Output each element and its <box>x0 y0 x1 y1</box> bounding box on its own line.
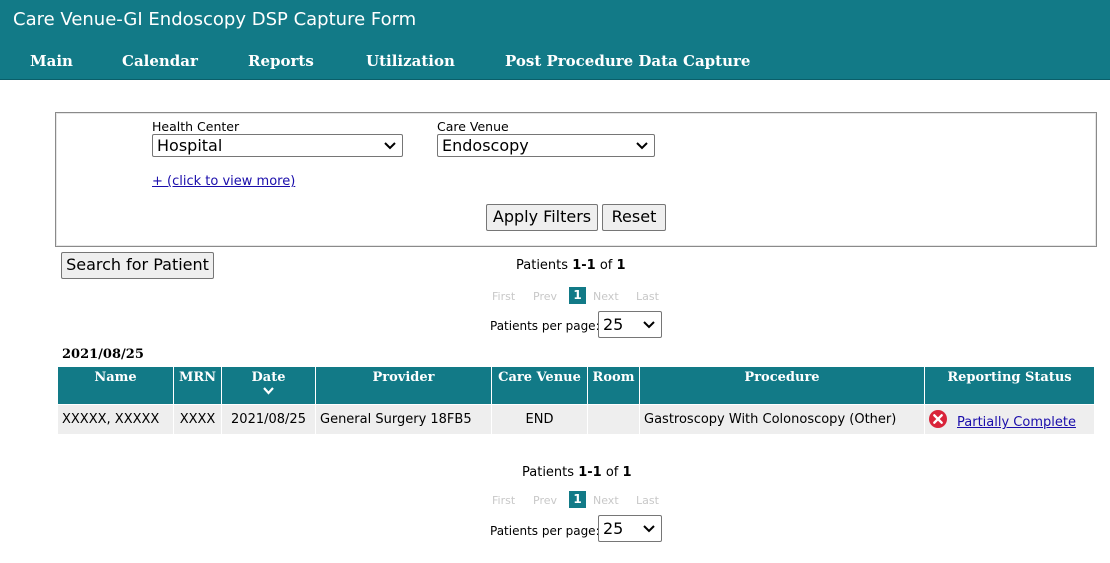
chevron-down-icon <box>643 321 655 329</box>
pager-summary: Patients 1-1 of 1 <box>516 258 626 273</box>
cell-date: 2021/08/25 <box>222 405 315 434</box>
pager-prefix: Patients <box>522 465 575 480</box>
col-header-date[interactable]: Date <box>222 367 315 404</box>
col-header-procedure[interactable]: Procedure <box>640 367 924 404</box>
nav-main[interactable]: Main <box>30 52 73 70</box>
pager-prefix: Patients <box>516 258 569 273</box>
cell-care-venue: END <box>492 405 587 434</box>
col-header-date-label: Date <box>251 370 286 385</box>
pager-current-page[interactable]: 1 <box>569 287 586 304</box>
cell-name: XXXXX, XXXXX <box>58 405 173 434</box>
pager-last-bottom: Last <box>636 494 659 507</box>
app-header: Care Venue-GI Endoscopy DSP Capture Form… <box>0 0 1110 80</box>
pager-range: 1-1 <box>572 258 596 273</box>
nav-post-procedure-data-capture[interactable]: Post Procedure Data Capture <box>505 52 750 70</box>
pager-summary-bottom: Patients 1-1 of 1 <box>522 465 632 480</box>
cell-procedure: Gastroscopy With Colonoscopy (Other) <box>640 405 924 434</box>
pager-of: of <box>605 465 619 480</box>
date-group-heading: 2021/08/25 <box>62 347 144 362</box>
reset-button[interactable]: Reset <box>602 204 666 231</box>
cell-provider: General Surgery 18FB5 <box>316 405 491 434</box>
health-center-value: Hospital <box>157 136 223 155</box>
col-header-mrn[interactable]: MRN <box>174 367 221 404</box>
per-page-value: 25 <box>603 315 624 334</box>
col-header-care-venue[interactable]: Care Venue <box>492 367 587 404</box>
pager-first: First <box>492 290 516 303</box>
col-header-name[interactable]: Name <box>58 367 173 404</box>
nav-calendar[interactable]: Calendar <box>122 52 198 70</box>
filter-panel: Health Center Hospital Care Venue Endosc… <box>55 112 1097 247</box>
pager-next: Next <box>593 290 619 303</box>
care-venue-select[interactable]: Endoscopy <box>437 134 655 157</box>
search-for-patient-button[interactable]: Search for Patient <box>61 252 214 279</box>
chevron-down-icon <box>643 525 655 533</box>
cell-mrn: XXXX <box>174 405 221 434</box>
per-page-select-bottom[interactable]: 25 <box>598 515 662 542</box>
cell-room <box>588 405 639 434</box>
col-header-provider[interactable]: Provider <box>316 367 491 404</box>
col-header-reporting-status[interactable]: Reporting Status <box>925 367 1094 404</box>
per-page-label-bottom: Patients per page: <box>490 524 600 538</box>
reporting-status-link[interactable]: Partially Complete <box>957 408 1076 434</box>
pager-current-page-bottom[interactable]: 1 <box>569 491 586 508</box>
pager-total: 1 <box>622 465 632 480</box>
pager-total: 1 <box>616 258 626 273</box>
pager-prev-bottom: Prev <box>533 494 557 507</box>
care-venue-label: Care Venue <box>437 119 509 134</box>
per-page-value-bottom: 25 <box>603 519 624 538</box>
nav-reports[interactable]: Reports <box>248 52 314 70</box>
pager-range: 1-1 <box>578 465 602 480</box>
chevron-down-icon <box>384 142 396 150</box>
pager-of: of <box>599 258 613 273</box>
per-page-label: Patients per page: <box>490 319 600 333</box>
pager-prev: Prev <box>533 290 557 303</box>
app-title: Care Venue-GI Endoscopy DSP Capture Form <box>13 9 417 30</box>
nav-utilization[interactable]: Utilization <box>366 52 455 70</box>
view-more-link[interactable]: + (click to view more) <box>152 174 295 189</box>
pager-first-bottom: First <box>492 494 516 507</box>
health-center-label: Health Center <box>152 119 240 134</box>
chevron-down-icon <box>263 387 274 395</box>
pager-last: Last <box>636 290 659 303</box>
per-page-select[interactable]: 25 <box>598 311 662 338</box>
col-header-room[interactable]: Room <box>588 367 639 404</box>
cell-reporting-status: Partially Complete <box>925 405 1094 434</box>
health-center-select[interactable]: Hospital <box>152 134 403 157</box>
pager-next-bottom: Next <box>593 494 619 507</box>
apply-filters-button[interactable]: Apply Filters <box>486 204 598 231</box>
chevron-down-icon <box>636 142 648 150</box>
care-venue-value: Endoscopy <box>442 136 529 155</box>
error-x-circle-icon <box>929 410 947 428</box>
